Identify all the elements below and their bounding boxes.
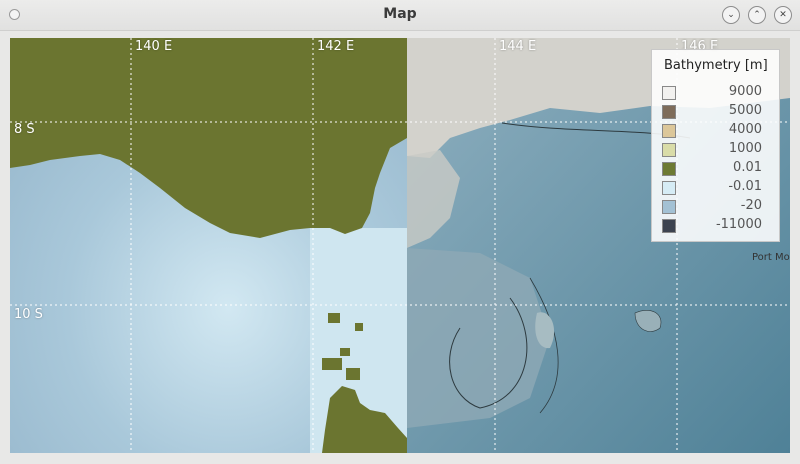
legend-swatch	[662, 200, 676, 214]
lat-label-8s: 8 S	[14, 122, 35, 137]
legend-swatch	[662, 86, 676, 100]
close-icon: ✕	[779, 9, 787, 20]
legend-swatch	[662, 143, 676, 157]
title-bar[interactable]: Map ⌄ ⌃ ✕	[0, 0, 800, 31]
legend-title: Bathymetry [m]	[664, 58, 768, 73]
chevron-down-icon: ⌄	[727, 9, 735, 20]
lat-label-10s: 10 S	[14, 307, 43, 322]
island	[322, 358, 342, 370]
minimize-button[interactable]: ⌄	[722, 6, 740, 24]
island	[355, 323, 363, 331]
legend-label: -20	[740, 198, 762, 213]
legend-label: -11000	[715, 217, 762, 232]
legend-row: 0.01	[662, 160, 774, 177]
legend-row: 9000	[662, 84, 774, 101]
legend-label: 1000	[728, 141, 762, 156]
island	[346, 368, 360, 380]
legend-label: -0.01	[728, 179, 762, 194]
legend-row: 5000	[662, 103, 774, 120]
legend-row: -0.01	[662, 179, 774, 196]
legend-swatch	[662, 219, 676, 233]
legend-row: -20	[662, 198, 774, 215]
legend-swatch	[662, 124, 676, 138]
lon-label-140: 140 E	[135, 39, 173, 54]
lon-label-144: 144 E	[499, 39, 537, 54]
legend-swatch	[662, 181, 676, 195]
window-title: Map	[383, 6, 417, 22]
legend-row: 4000	[662, 122, 774, 139]
legend-label: 0.01	[733, 160, 762, 175]
place-label: Port Mo	[752, 252, 790, 263]
legend-row: -11000	[662, 217, 774, 234]
legend-label: 9000	[728, 84, 762, 99]
legend-swatch	[662, 162, 676, 176]
legend-row: 1000	[662, 141, 774, 158]
map-canvas[interactable]: 140 E 142 E 144 E 146 E 8 S 10 S Port Mo…	[10, 38, 790, 453]
chevron-up-icon: ⌃	[753, 9, 761, 20]
legend-swatch	[662, 105, 676, 119]
map-window: Map ⌄ ⌃ ✕ 140 E 142 E 144 E 146 E 8 S 10…	[0, 0, 800, 464]
close-button[interactable]: ✕	[774, 6, 792, 24]
maximize-button[interactable]: ⌃	[748, 6, 766, 24]
legend-label: 4000	[728, 122, 762, 137]
island	[328, 313, 340, 323]
lon-label-142: 142 E	[317, 39, 355, 54]
legend-label: 5000	[728, 103, 762, 118]
legend: Bathymetry [m] 9000 5000 4000 1000 0.01 …	[651, 49, 780, 242]
island	[340, 348, 350, 356]
